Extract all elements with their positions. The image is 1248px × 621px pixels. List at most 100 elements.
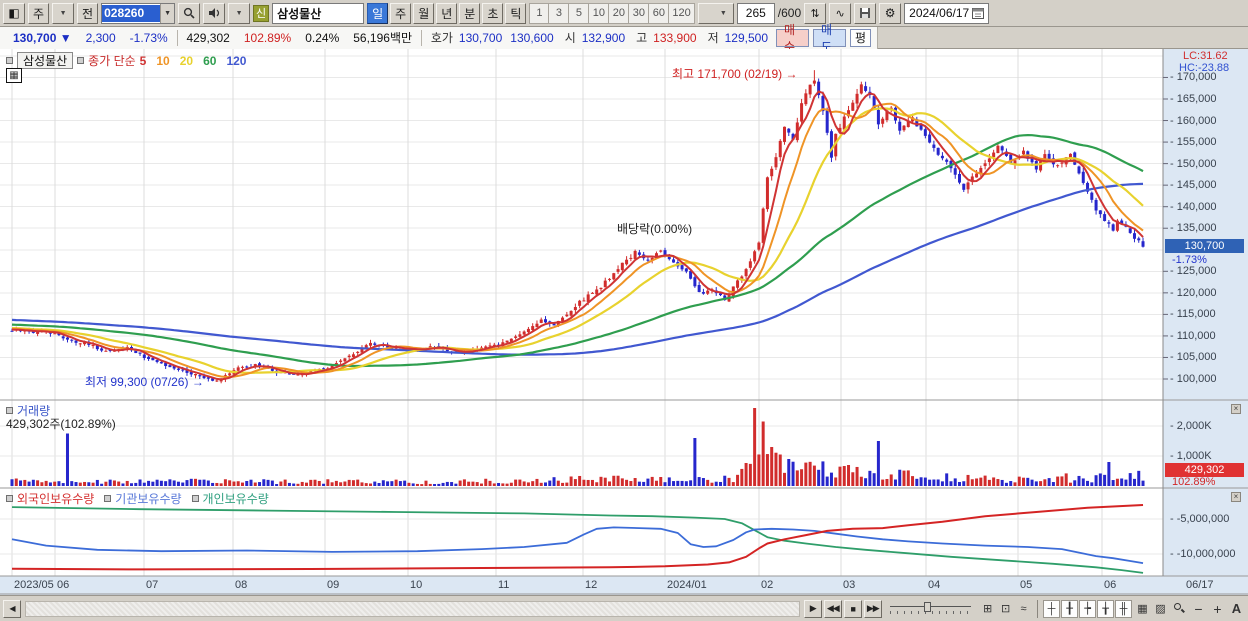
sound-button[interactable] bbox=[203, 2, 226, 24]
high-price: 133,900 bbox=[653, 30, 697, 45]
chart-settings-icon[interactable]: ▦ bbox=[1134, 600, 1151, 618]
legend-square-icon bbox=[6, 57, 13, 64]
zoom-in-button[interactable]: + bbox=[1209, 600, 1226, 618]
period-button-틱[interactable]: 틱 bbox=[505, 2, 527, 24]
period-button-년[interactable]: 년 bbox=[436, 2, 458, 24]
merge-window-icon[interactable]: ⊞ bbox=[979, 600, 996, 618]
sell-button[interactable]: 매도 bbox=[812, 23, 846, 54]
frame-combo[interactable]: 주 bbox=[28, 2, 50, 24]
period-button-주[interactable]: 주 bbox=[390, 2, 412, 24]
replay-button-group: ▶ ◀◀ ■ ▶▶ bbox=[803, 599, 882, 618]
current-price: 130,700 ▼ bbox=[13, 30, 72, 45]
zoom-search-button[interactable] bbox=[1171, 600, 1188, 618]
chart-area[interactable]: 삼성물산 종가 단순 5 10 20 60 120 ▦ 최고 171,700 (02/1… bbox=[0, 49, 1248, 595]
ask-price: 130,600 bbox=[510, 30, 554, 45]
x-axis-label: 08 bbox=[235, 579, 248, 591]
stock-search-button[interactable] bbox=[178, 2, 201, 24]
chevron-down-icon: ▼ bbox=[59, 9, 67, 17]
rewind-button[interactable]: ◀◀ bbox=[823, 599, 842, 618]
divider bbox=[176, 29, 178, 46]
font-button[interactable]: A bbox=[1228, 600, 1245, 618]
stock-code-input[interactable] bbox=[102, 4, 161, 22]
chart-scrollbar[interactable] bbox=[25, 600, 800, 617]
price-change: 2,300 bbox=[85, 30, 116, 45]
code-dropdown-arrow[interactable]: ▼ bbox=[160, 3, 175, 23]
price-axis-label: - 110,000 bbox=[1170, 329, 1216, 342]
period-button-초[interactable]: 초 bbox=[482, 2, 504, 24]
interval-button-120[interactable]: 120 bbox=[669, 2, 695, 24]
bar-count-value: 265 bbox=[745, 6, 766, 20]
interval-button-60[interactable]: 60 bbox=[649, 2, 670, 24]
legend-ma-120: 120 bbox=[226, 53, 247, 68]
interval-combo[interactable]: ▼ bbox=[697, 2, 734, 24]
volume-axis-label: - 1,000K bbox=[1170, 450, 1212, 462]
chart-canvas[interactable] bbox=[0, 49, 1248, 595]
interval-button-1[interactable]: 1 bbox=[529, 2, 550, 24]
snapshot-icon[interactable]: ▨ bbox=[1152, 600, 1169, 618]
period-button-월[interactable]: 월 bbox=[413, 2, 435, 24]
speed-slider[interactable] bbox=[889, 601, 972, 617]
x-axis-label: 06 bbox=[1104, 579, 1117, 591]
area-chart-type-icon[interactable]: ╁ bbox=[1097, 599, 1114, 618]
settings-button[interactable]: ⚙ bbox=[879, 2, 902, 24]
scroll-left-button[interactable]: ◀ bbox=[3, 599, 21, 618]
period-button-일[interactable]: 일 bbox=[367, 2, 389, 24]
x-axis-current-date: 06/17 bbox=[1186, 579, 1214, 591]
price-axis-label: - 150,000 bbox=[1170, 157, 1217, 170]
trendline-tool-icon[interactable]: ≈ bbox=[1015, 600, 1032, 618]
ohlc-chart-type-icon[interactable]: ╫ bbox=[1115, 599, 1132, 618]
bar-chart-type-icon[interactable]: ┼ bbox=[1043, 599, 1060, 618]
sound-combo-arrow[interactable]: ▼ bbox=[228, 2, 251, 24]
data-table-icon[interactable]: ▦ bbox=[6, 68, 22, 83]
low-price: 129,500 bbox=[724, 30, 768, 45]
calendar-icon bbox=[972, 8, 985, 19]
price-axis-label: - 100,000 bbox=[1170, 373, 1217, 385]
top-toolbar: ◧ 주 ▼ 전 ▼ ▼ 신 삼성물산 일주월년분초틱 1351020306012… bbox=[0, 0, 1248, 27]
interval-button-30[interactable]: 30 bbox=[629, 2, 650, 24]
chart-tools-group: ▦ ▨ bbox=[1134, 600, 1169, 618]
buy-button[interactable]: 매수 bbox=[776, 23, 809, 54]
play-button[interactable]: ▶ bbox=[803, 599, 822, 618]
fast-forward-button[interactable]: ▶▶ bbox=[863, 599, 882, 618]
avg-button[interactable]: 평 bbox=[849, 28, 871, 47]
overlay-window-icon[interactable]: ⊡ bbox=[997, 600, 1014, 618]
interval-button-10[interactable]: 10 bbox=[589, 2, 610, 24]
interval-button-3[interactable]: 3 bbox=[549, 2, 570, 24]
new-stock-badge: 신 bbox=[253, 4, 270, 22]
save-button[interactable] bbox=[854, 2, 877, 24]
price-axis-label: - 165,000 bbox=[1170, 93, 1217, 105]
volume-panel-close-icon[interactable]: × bbox=[1231, 404, 1241, 414]
annotation-ex-dividend: 배당락(0.00%) bbox=[617, 222, 693, 236]
price-axis-label: - 160,000 bbox=[1170, 114, 1217, 127]
window-panel-icon[interactable]: ◧ bbox=[3, 2, 25, 24]
frame-combo-arrow[interactable]: ▼ bbox=[52, 2, 75, 24]
date-field[interactable]: 2024/06/17 bbox=[904, 2, 990, 24]
bar-count-input[interactable]: 265 bbox=[736, 2, 775, 24]
line-chart-type-icon[interactable]: ┾ bbox=[1079, 599, 1096, 618]
low-label: 저 bbox=[707, 31, 719, 45]
stop-button[interactable]: ■ bbox=[843, 599, 862, 618]
interval-button-20[interactable]: 20 bbox=[609, 2, 630, 24]
holdings-axis-label: - -5,000,000 bbox=[1170, 513, 1230, 525]
lc-value: LC:31.62 bbox=[1183, 50, 1228, 62]
trade-value: 56,196백만 bbox=[353, 31, 413, 45]
prev-stock-button[interactable]: 전 bbox=[77, 2, 99, 24]
holdings-panel-close-icon[interactable]: × bbox=[1231, 492, 1241, 502]
legend-ma-60: 60 bbox=[203, 53, 217, 68]
volume-value: 429,302 bbox=[186, 30, 230, 45]
interval-button-5[interactable]: 5 bbox=[569, 2, 590, 24]
legend-title: 종가 단순 bbox=[88, 54, 136, 68]
candle-chart-type-icon[interactable]: ╂ bbox=[1061, 599, 1078, 618]
interval-button-group: 1 3 5 10 20 30 60 120 bbox=[529, 2, 695, 24]
price-axis-label: - 170,000 bbox=[1170, 71, 1217, 84]
chart-tab[interactable]: 삼성물산 bbox=[17, 52, 74, 69]
slider-thumb[interactable] bbox=[923, 601, 931, 612]
up-down-arrows-icon: ⇅ bbox=[810, 7, 820, 20]
stock-name-field[interactable]: 삼성물산 bbox=[272, 2, 365, 24]
bar-total-label: /600 bbox=[777, 6, 802, 20]
period-button-분[interactable]: 분 bbox=[459, 2, 481, 24]
zoom-out-button[interactable]: − bbox=[1190, 600, 1207, 618]
chart-legend: 삼성물산 종가 단순 5 10 20 60 120 bbox=[6, 52, 246, 69]
bid-price: 130,700 bbox=[458, 30, 503, 45]
holdings-legend-label: 기관보유수량 bbox=[115, 492, 182, 506]
